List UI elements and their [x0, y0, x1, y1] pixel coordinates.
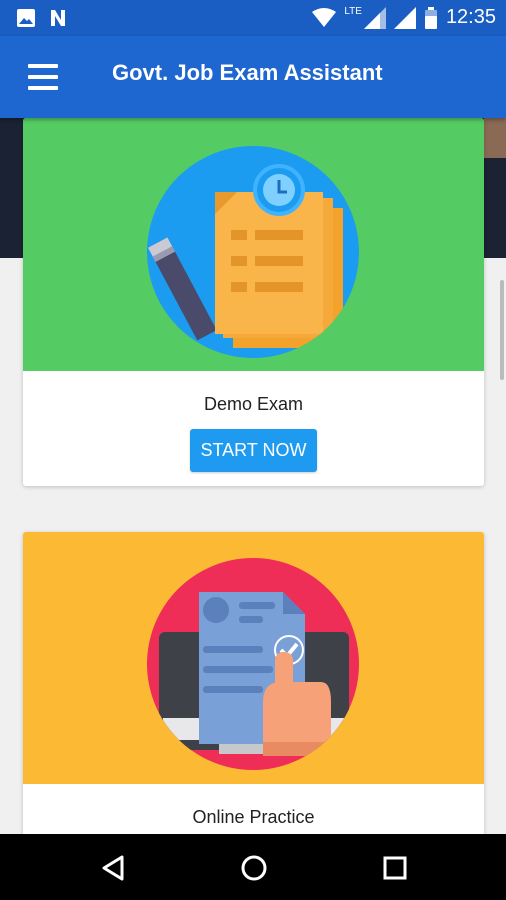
n-notification-icon	[51, 10, 65, 26]
network-type: LTE	[344, 6, 362, 17]
status-bar: LTE 12:35	[0, 0, 506, 36]
demo-exam-card: Demo Exam START NOW	[23, 118, 484, 486]
online-practice-image	[23, 532, 484, 784]
online-practice-card: Online Practice	[23, 532, 484, 852]
app-bar: Govt. Job Exam Assistant	[0, 36, 506, 118]
hamburger-menu-icon[interactable]	[28, 64, 58, 90]
navigation-bar	[0, 834, 506, 900]
app-title: Govt. Job Exam Assistant	[112, 60, 383, 85]
start-now-button[interactable]: START NOW	[190, 429, 317, 472]
card-title: Demo Exam	[203, 394, 304, 414]
back-icon[interactable]	[100, 855, 126, 881]
signal-icon	[393, 6, 416, 29]
monitor-document-check-icon	[147, 558, 359, 770]
home-icon[interactable]	[240, 854, 268, 882]
image-icon	[17, 9, 35, 27]
exam-papers-stopwatch-icon	[147, 146, 359, 358]
recents-icon[interactable]	[382, 855, 408, 881]
demo-exam-image	[23, 118, 484, 371]
wifi-icon	[312, 7, 337, 27]
card-title: Online Practice	[192, 807, 315, 827]
scrollbar[interactable]	[500, 280, 504, 380]
clock: 12:35	[445, 6, 496, 28]
battery-icon	[424, 6, 437, 29]
signal-icon	[363, 6, 386, 29]
